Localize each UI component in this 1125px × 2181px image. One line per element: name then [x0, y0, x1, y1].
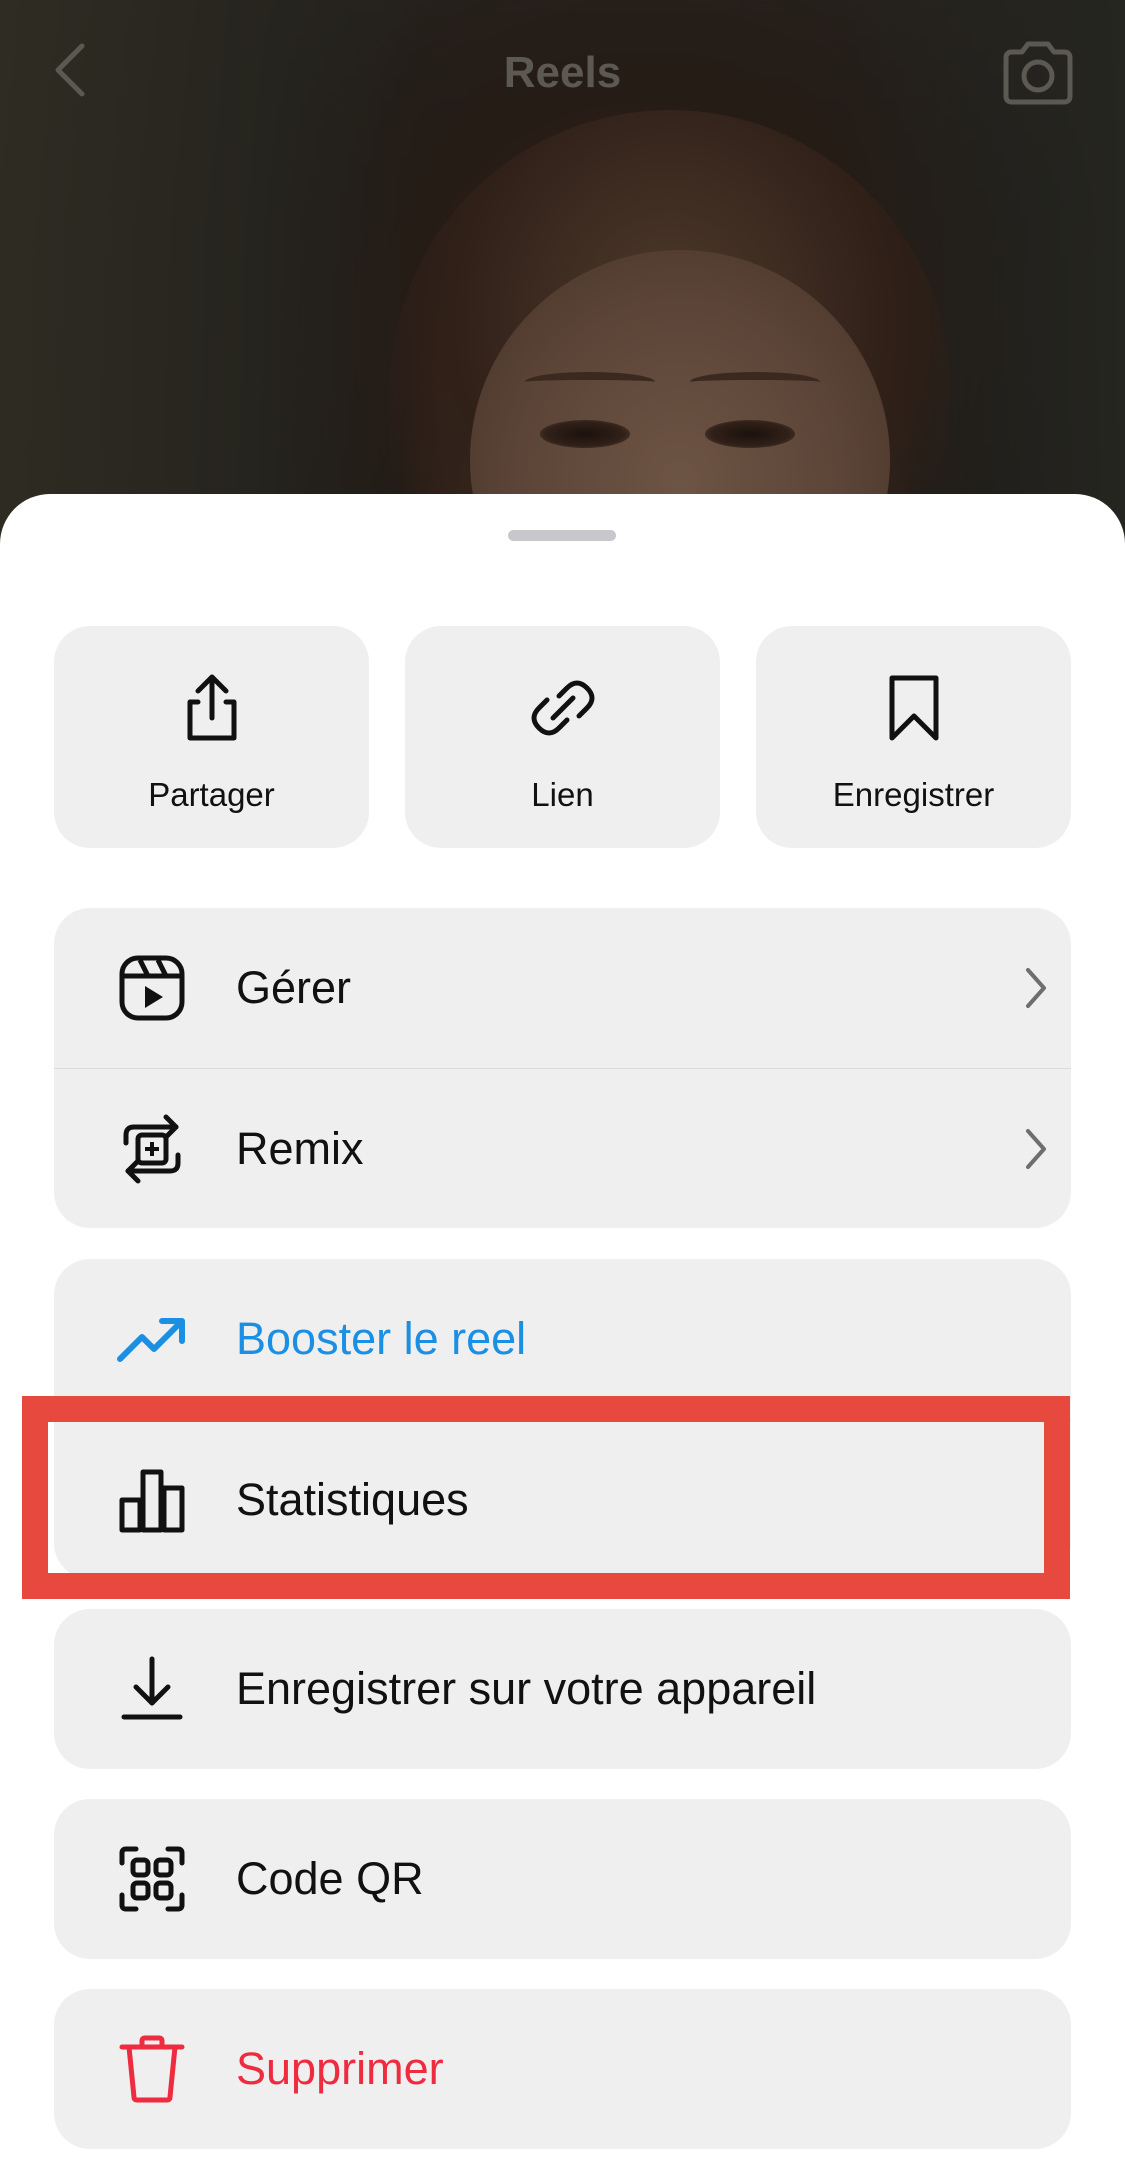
manage-remix-group: Gérer Remix [54, 908, 1071, 1228]
options-sheet: Partager Lien Enregistrer Gérer Remix Bo… [0, 494, 1125, 2181]
boost-label: Booster le reel [236, 1313, 527, 1364]
share-icon [187, 674, 236, 741]
drag-handle[interactable] [508, 530, 616, 541]
link-icon [531, 680, 594, 736]
qr-label: Code QR [236, 1853, 424, 1904]
chevron-right-icon [1026, 1128, 1046, 1169]
download-label: Enregistrer sur votre appareil [236, 1663, 817, 1714]
boost-row[interactable]: Booster le reel [54, 1259, 1071, 1419]
insights-row[interactable]: Statistiques [54, 1419, 1071, 1579]
insights-label: Statistiques [236, 1473, 469, 1525]
save-label: Enregistrer [832, 776, 995, 813]
qr-row[interactable]: Code QR [54, 1799, 1071, 1959]
manage-row[interactable]: Gérer [54, 908, 1071, 1068]
download-row[interactable]: Enregistrer sur votre appareil [54, 1609, 1071, 1769]
link-button[interactable]: Lien [405, 626, 720, 848]
manage-label: Gérer [236, 962, 352, 1013]
chevron-right-icon [1026, 968, 1046, 1008]
bookmark-icon [889, 675, 938, 741]
boost-insights-group: Booster le reel Statistiques [54, 1259, 1071, 1579]
download-group: Enregistrer sur votre appareil [54, 1609, 1071, 1769]
link-label: Lien [531, 776, 594, 813]
page-title: Reels [503, 48, 622, 97]
save-button[interactable]: Enregistrer [756, 626, 1071, 848]
qr-code-icon [119, 1846, 185, 1912]
delete-row[interactable]: Supprimer [54, 1989, 1071, 2149]
delete-label: Supprimer [236, 2043, 444, 2094]
share-button[interactable]: Partager [54, 626, 369, 848]
remix-icon [123, 1114, 181, 1183]
share-label: Partager [148, 776, 275, 813]
trending-up-icon [117, 1318, 185, 1362]
camera-icon[interactable] [1000, 38, 1076, 108]
delete-group: Supprimer [54, 1989, 1071, 2149]
top-bar: Reels [0, 0, 1125, 150]
qr-group: Code QR [54, 1799, 1071, 1959]
bar-chart-icon [119, 1469, 185, 1532]
trash-icon [119, 2035, 185, 2103]
quick-actions: Partager Lien Enregistrer [54, 626, 1071, 848]
download-icon [121, 1656, 183, 1720]
remix-row[interactable]: Remix [54, 1068, 1071, 1228]
remix-label: Remix [236, 1122, 364, 1174]
reels-icon [119, 955, 185, 1021]
